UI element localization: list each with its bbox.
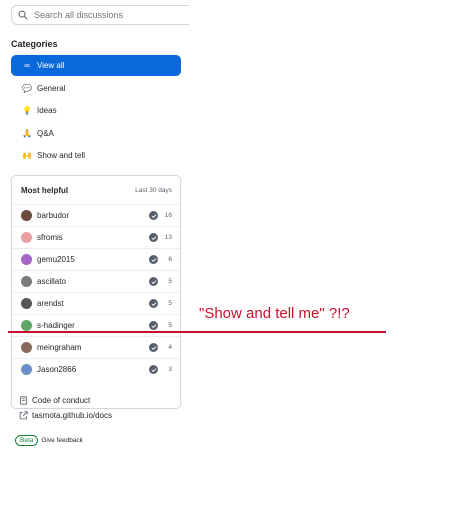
category-qa[interactable]: 🙏 Q&A — [11, 123, 181, 144]
lightbulb-icon: 💡 — [22, 106, 32, 115]
annotation-underline — [8, 331, 386, 333]
helpful-user-row[interactable]: meingraham 4 — [12, 336, 180, 358]
praying-hands-icon: 🙏 — [22, 128, 32, 138]
most-helpful-panel: Most helpful Last 30 days barbudor 16 sfro… — [11, 175, 181, 409]
username: gemu2015 — [37, 255, 75, 264]
helpful-user-row[interactable]: gemu2015 6 — [12, 248, 180, 270]
avatar — [21, 254, 32, 265]
answer-count: 16 — [164, 212, 172, 219]
footer-links: Code of conduct tasmota.github.io/docs — [19, 393, 112, 423]
annotation-text: "Show and tell me" ?!? — [199, 305, 350, 322]
username: ascillato — [37, 277, 66, 286]
avatar — [21, 342, 32, 353]
avatar — [21, 210, 32, 221]
most-helpful-title: Most helpful — [21, 185, 69, 195]
code-of-conduct-link[interactable]: Code of conduct — [19, 393, 112, 408]
check-circle-icon — [149, 211, 158, 220]
answer-count: 5 — [168, 300, 172, 307]
give-feedback-link[interactable]: Give feedback — [41, 437, 83, 444]
check-circle-icon — [149, 365, 158, 374]
helpful-user-row[interactable]: sfromis 13 — [12, 226, 180, 248]
infinity-icon: ∞ — [24, 61, 30, 70]
username: barbudor — [37, 211, 70, 220]
beta-badge: Beta — [15, 435, 39, 446]
categories-list: ∞ View all 💬 General 💡 Ideas 🙏 Q&A 🙌 Sho… — [11, 55, 181, 168]
category-show-and-tell[interactable]: 🙌 Show and tell — [11, 145, 181, 166]
helpful-user-row[interactable]: ascillato 5 — [12, 270, 180, 292]
avatar — [21, 298, 32, 309]
category-label: Q&A — [37, 128, 54, 138]
helpful-user-row[interactable]: Jason2866 3 — [12, 358, 180, 380]
answer-count: 5 — [168, 322, 172, 329]
avatar — [21, 276, 32, 287]
search-input[interactable] — [34, 10, 184, 20]
avatar — [21, 364, 32, 375]
category-view-all[interactable]: ∞ View all — [11, 55, 181, 76]
raised-hands-icon: 🙌 — [22, 151, 32, 160]
avatar — [21, 320, 32, 331]
category-ideas[interactable]: 💡 Ideas — [11, 100, 181, 121]
most-helpful-header: Most helpful Last 30 days — [12, 176, 180, 204]
search-icon — [18, 10, 28, 20]
check-circle-icon — [149, 343, 158, 352]
search-box[interactable] — [11, 5, 189, 25]
check-circle-icon — [149, 255, 158, 264]
category-label: Ideas — [37, 106, 57, 115]
categories-heading: Categories — [11, 39, 58, 49]
beta-feedback-row: Beta Give feedback — [15, 435, 83, 446]
helpful-user-row[interactable]: arendst 5 — [12, 292, 180, 314]
external-link-icon — [19, 411, 28, 420]
check-circle-icon — [149, 321, 158, 330]
username: Jason2866 — [37, 365, 77, 374]
check-circle-icon — [149, 299, 158, 308]
answer-count: 3 — [168, 366, 172, 373]
answer-count: 13 — [164, 234, 172, 241]
code-of-conduct-label: Code of conduct — [32, 396, 91, 405]
category-label: Show and tell — [37, 151, 86, 160]
check-circle-icon — [149, 277, 158, 286]
answer-count: 4 — [168, 344, 172, 351]
username: s-hadinger — [37, 321, 75, 330]
username: sfromis — [37, 233, 63, 242]
helpful-user-row[interactable]: barbudor 16 — [12, 204, 180, 226]
docs-link[interactable]: tasmota.github.io/docs — [19, 408, 112, 423]
category-label: General — [37, 83, 66, 93]
username: meingraham — [37, 343, 82, 352]
username: arendst — [37, 299, 64, 308]
docs-link-label: tasmota.github.io/docs — [32, 411, 113, 420]
avatar — [21, 232, 32, 243]
answer-count: 5 — [168, 278, 172, 285]
answer-count: 6 — [168, 256, 172, 263]
speech-bubble-icon: 💬 — [22, 83, 32, 93]
category-label: View all — [37, 61, 65, 70]
check-circle-icon — [149, 233, 158, 242]
category-general[interactable]: 💬 General — [11, 78, 181, 99]
time-range-label: Last 30 days — [135, 186, 172, 194]
code-of-conduct-icon — [19, 396, 28, 405]
